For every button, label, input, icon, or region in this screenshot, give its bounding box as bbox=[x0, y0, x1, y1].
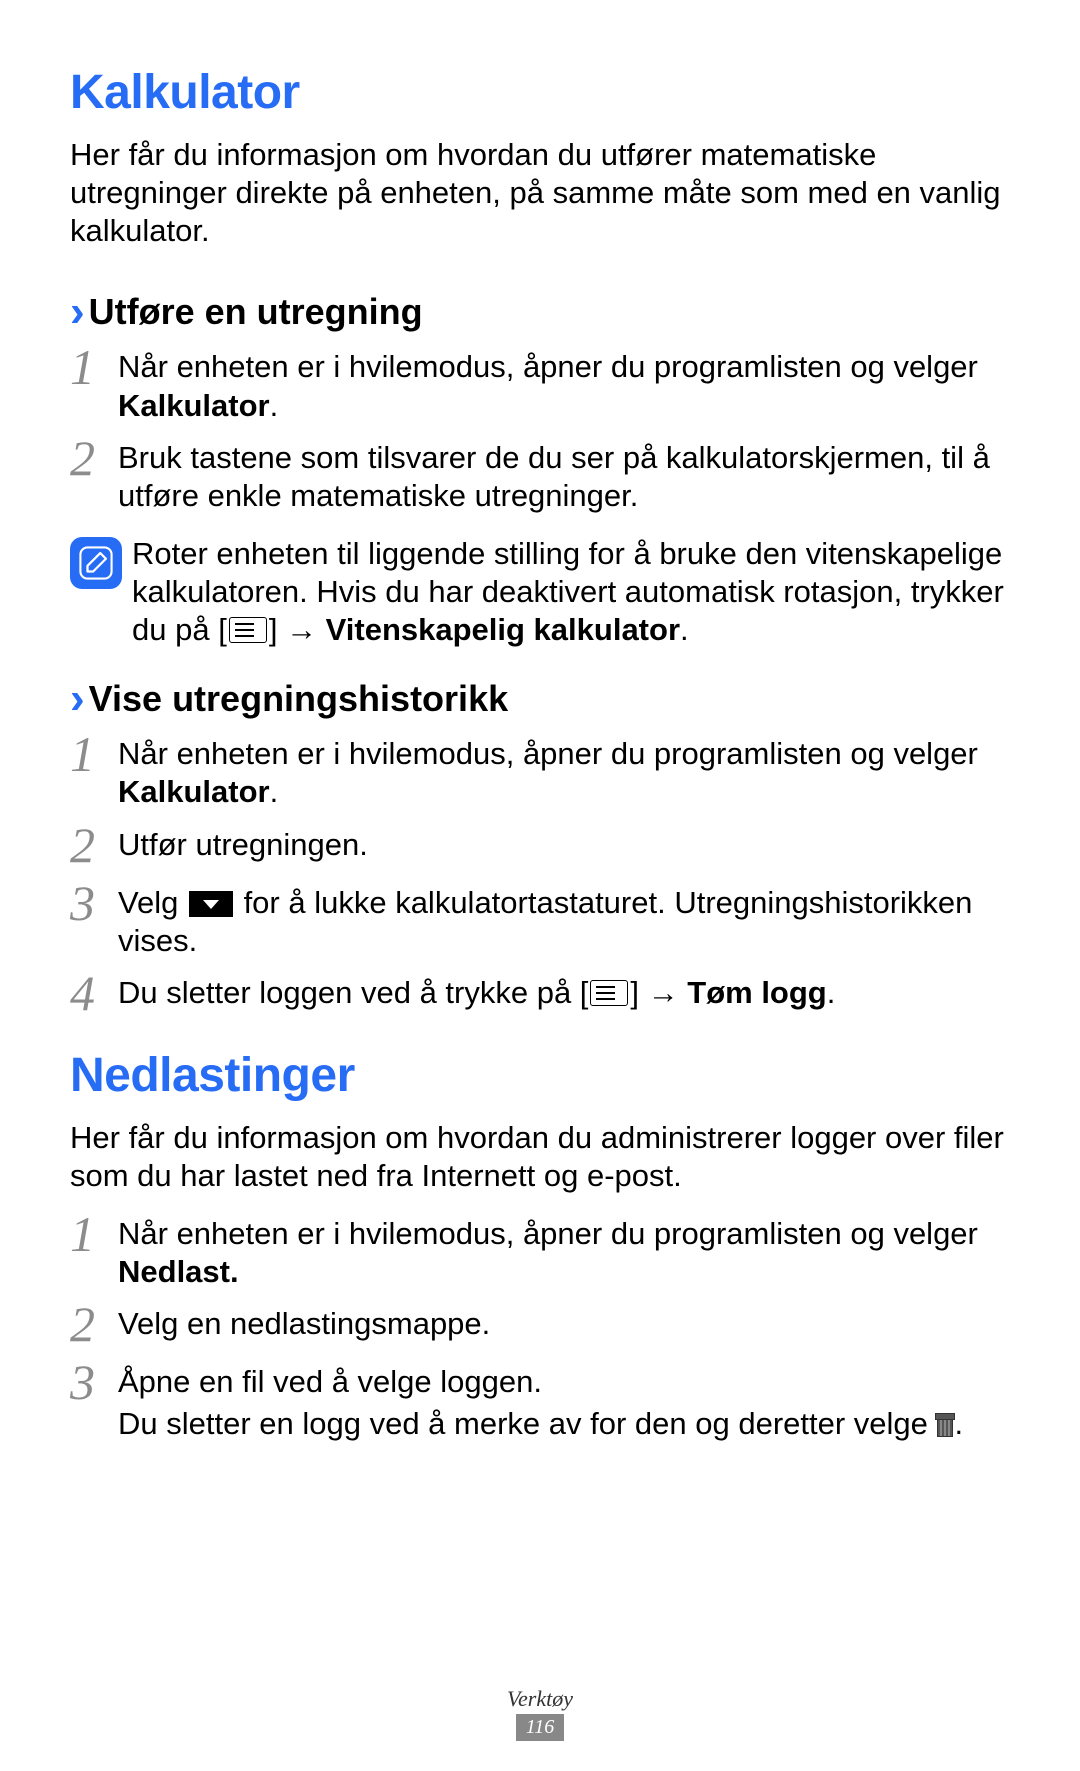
step-item: 1 Når enheten er i hvilemodus, åpner du … bbox=[70, 348, 1010, 424]
step-number: 1 bbox=[70, 729, 110, 779]
steps-list: 1 Når enheten er i hvilemodus, åpner du … bbox=[70, 735, 1010, 1018]
note-text: Roter enheten til liggende stilling for … bbox=[132, 535, 1010, 649]
step-text: Velg for å lukke kalkulatortastaturet. U… bbox=[118, 884, 1010, 960]
menu-icon bbox=[590, 980, 628, 1006]
step-item: 1 Når enheten er i hvilemodus, åpner du … bbox=[70, 735, 1010, 811]
chevron-icon: › bbox=[70, 677, 85, 721]
step-item: 2 Velg en nedlastingsmappe. bbox=[70, 1305, 1010, 1349]
step-number: 3 bbox=[70, 1357, 110, 1407]
step-item: 2 Utfør utregningen. bbox=[70, 826, 1010, 870]
step-text: Velg en nedlastingsmappe. bbox=[118, 1305, 1010, 1343]
step-item: 2 Bruk tastene som tilsvarer de du ser p… bbox=[70, 439, 1010, 515]
down-arrow-key-icon bbox=[189, 891, 233, 917]
step-text: Når enheten er i hvilemodus, åpner du pr… bbox=[118, 1215, 1010, 1291]
step-text: Bruk tastene som tilsvarer de du ser på … bbox=[118, 439, 1010, 515]
step-number: 2 bbox=[70, 1299, 110, 1349]
info-note: Roter enheten til liggende stilling for … bbox=[70, 535, 1010, 649]
step-number: 1 bbox=[70, 1209, 110, 1259]
step-number: 1 bbox=[70, 342, 110, 392]
step-text: Åpne en fil ved å velge loggen. Du slett… bbox=[118, 1363, 1010, 1443]
subheading-label: Utføre en utregning bbox=[89, 291, 423, 333]
steps-list: 1 Når enheten er i hvilemodus, åpner du … bbox=[70, 348, 1010, 515]
document-page: Kalkulator Her får du informasjon om hvo… bbox=[0, 0, 1080, 1771]
subheading-historikk: › Vise utregningshistorikk bbox=[70, 677, 1010, 721]
intro-text: Her får du informasjon om hvordan du adm… bbox=[70, 1119, 1010, 1195]
trash-icon bbox=[937, 1415, 953, 1437]
page-footer: Verktøy 116 bbox=[0, 1686, 1080, 1741]
page-number: 116 bbox=[516, 1714, 565, 1741]
steps-list: 1 Når enheten er i hvilemodus, åpner du … bbox=[70, 1215, 1010, 1444]
step-item: 1 Når enheten er i hvilemodus, åpner du … bbox=[70, 1215, 1010, 1291]
heading-nedlastinger: Nedlastinger bbox=[70, 1048, 1010, 1103]
footer-category: Verktøy bbox=[0, 1686, 1080, 1712]
step-number: 4 bbox=[70, 968, 110, 1018]
step-item: 4 Du sletter loggen ved å trykke på [] →… bbox=[70, 974, 1010, 1018]
subheading-label: Vise utregningshistorikk bbox=[89, 678, 508, 720]
step-text: Utfør utregningen. bbox=[118, 826, 1010, 864]
step-text: Når enheten er i hvilemodus, åpner du pr… bbox=[118, 735, 1010, 811]
step-number: 2 bbox=[70, 820, 110, 870]
step-item: 3 Åpne en fil ved å velge loggen. Du sle… bbox=[70, 1363, 1010, 1443]
pencil-icon bbox=[79, 546, 113, 580]
heading-kalkulator: Kalkulator bbox=[70, 65, 1010, 120]
intro-text: Her får du informasjon om hvordan du utf… bbox=[70, 136, 1010, 250]
step-subtext: Du sletter en logg ved å merke av for de… bbox=[118, 1405, 1010, 1443]
subheading-utfore: › Utføre en utregning bbox=[70, 290, 1010, 334]
chevron-icon: › bbox=[70, 290, 85, 334]
menu-icon bbox=[229, 617, 267, 643]
step-number: 3 bbox=[70, 878, 110, 928]
step-text: Du sletter loggen ved å trykke på [] → T… bbox=[118, 974, 1010, 1012]
note-icon bbox=[70, 537, 122, 589]
step-item: 3 Velg for å lukke kalkulatortastaturet.… bbox=[70, 884, 1010, 960]
step-text: Når enheten er i hvilemodus, åpner du pr… bbox=[118, 348, 1010, 424]
step-number: 2 bbox=[70, 433, 110, 483]
